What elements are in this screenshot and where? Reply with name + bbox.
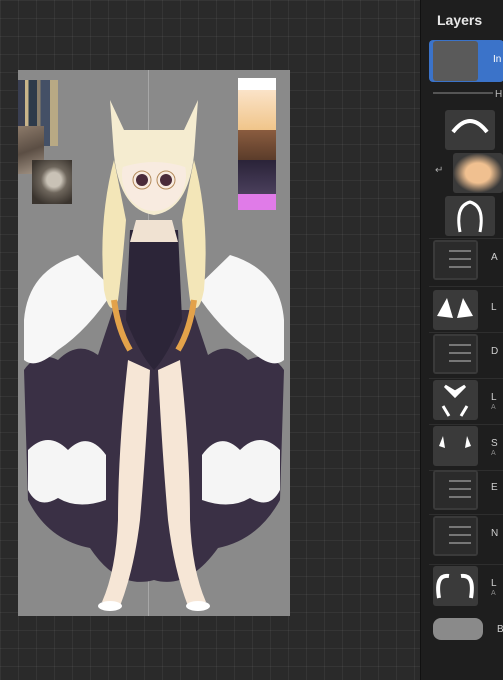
mini-layers-preview: [435, 472, 476, 508]
clipping-mask-icon: ↵: [435, 165, 444, 176]
character-illustration: [24, 100, 284, 611]
collar-icon: [441, 384, 469, 417]
layer-name: L: [491, 302, 497, 313]
layer-name: L: [491, 578, 497, 589]
layer-name: L: [491, 392, 497, 403]
tail-curls-icon: [436, 573, 474, 599]
layer-thumbnail: [433, 240, 478, 280]
ear-tufts-icon: [439, 436, 471, 448]
layer-thumbnail: [433, 290, 478, 330]
panel-divider: [429, 286, 503, 287]
layer-name: In: [493, 54, 502, 65]
layer-thumbnail: [445, 110, 495, 150]
layer-group-row[interactable]: D: [429, 334, 503, 376]
layer-row[interactable]: L A: [429, 566, 503, 606]
layer-blend-mode: A: [491, 450, 496, 457]
layer-blend-mode: A: [491, 404, 496, 411]
layer-row[interactable]: S A: [429, 426, 503, 468]
mini-layers-preview: [435, 336, 476, 372]
layer-thumbnail: [433, 470, 478, 510]
panel-divider: [429, 424, 503, 425]
layer-thumbnail: [453, 153, 503, 193]
layer-thumbnail: [433, 380, 478, 420]
layer-thumbnail: [433, 334, 478, 374]
layer-row[interactable]: L A: [429, 380, 503, 422]
layer-group-row[interactable]: N: [429, 516, 503, 560]
layer-group-row[interactable]: E: [429, 470, 503, 510]
panel-divider: [429, 332, 503, 333]
layer-name: E: [491, 482, 498, 493]
layer-row[interactable]: [429, 196, 503, 236]
hair-outline-icon: [457, 200, 483, 233]
background-color-swatch[interactable]: [433, 618, 483, 640]
wings-icon: [437, 298, 473, 318]
layer-name: S: [491, 438, 498, 449]
layer-thumbnail: [433, 566, 478, 606]
layer-name: A: [491, 252, 498, 263]
layer-group-row[interactable]: A: [429, 240, 503, 284]
layer-thumbnail: [433, 426, 478, 466]
panel-divider: [429, 378, 503, 379]
layer-row[interactable]: [429, 110, 503, 150]
layer-thumbnail: [433, 41, 478, 81]
drawing-canvas[interactable]: [18, 70, 290, 616]
layer-row[interactable]: L: [429, 290, 503, 330]
layers-panel: Layers In H ↵ A L D L A S A E N L A B: [420, 0, 503, 680]
layer-blend-mode: A: [491, 590, 496, 597]
background-layer-label: Ba: [497, 624, 503, 635]
mini-layers-preview: [435, 242, 476, 278]
group-header-label: H: [495, 89, 503, 100]
mini-layers-preview: [435, 518, 476, 554]
layers-panel-title: Layers: [437, 12, 483, 28]
layer-thumbnail: [433, 516, 478, 556]
layer-row-active[interactable]: In: [429, 40, 503, 82]
group-divider: [433, 92, 493, 94]
panel-divider: [429, 238, 503, 239]
layer-name: N: [491, 528, 499, 539]
panel-divider: [429, 514, 503, 515]
layer-name: D: [491, 346, 499, 357]
panel-divider: [429, 564, 503, 565]
layer-thumbnail: [445, 196, 495, 236]
hair-strand-icon: [451, 119, 489, 134]
layer-row[interactable]: ↵: [429, 153, 503, 193]
